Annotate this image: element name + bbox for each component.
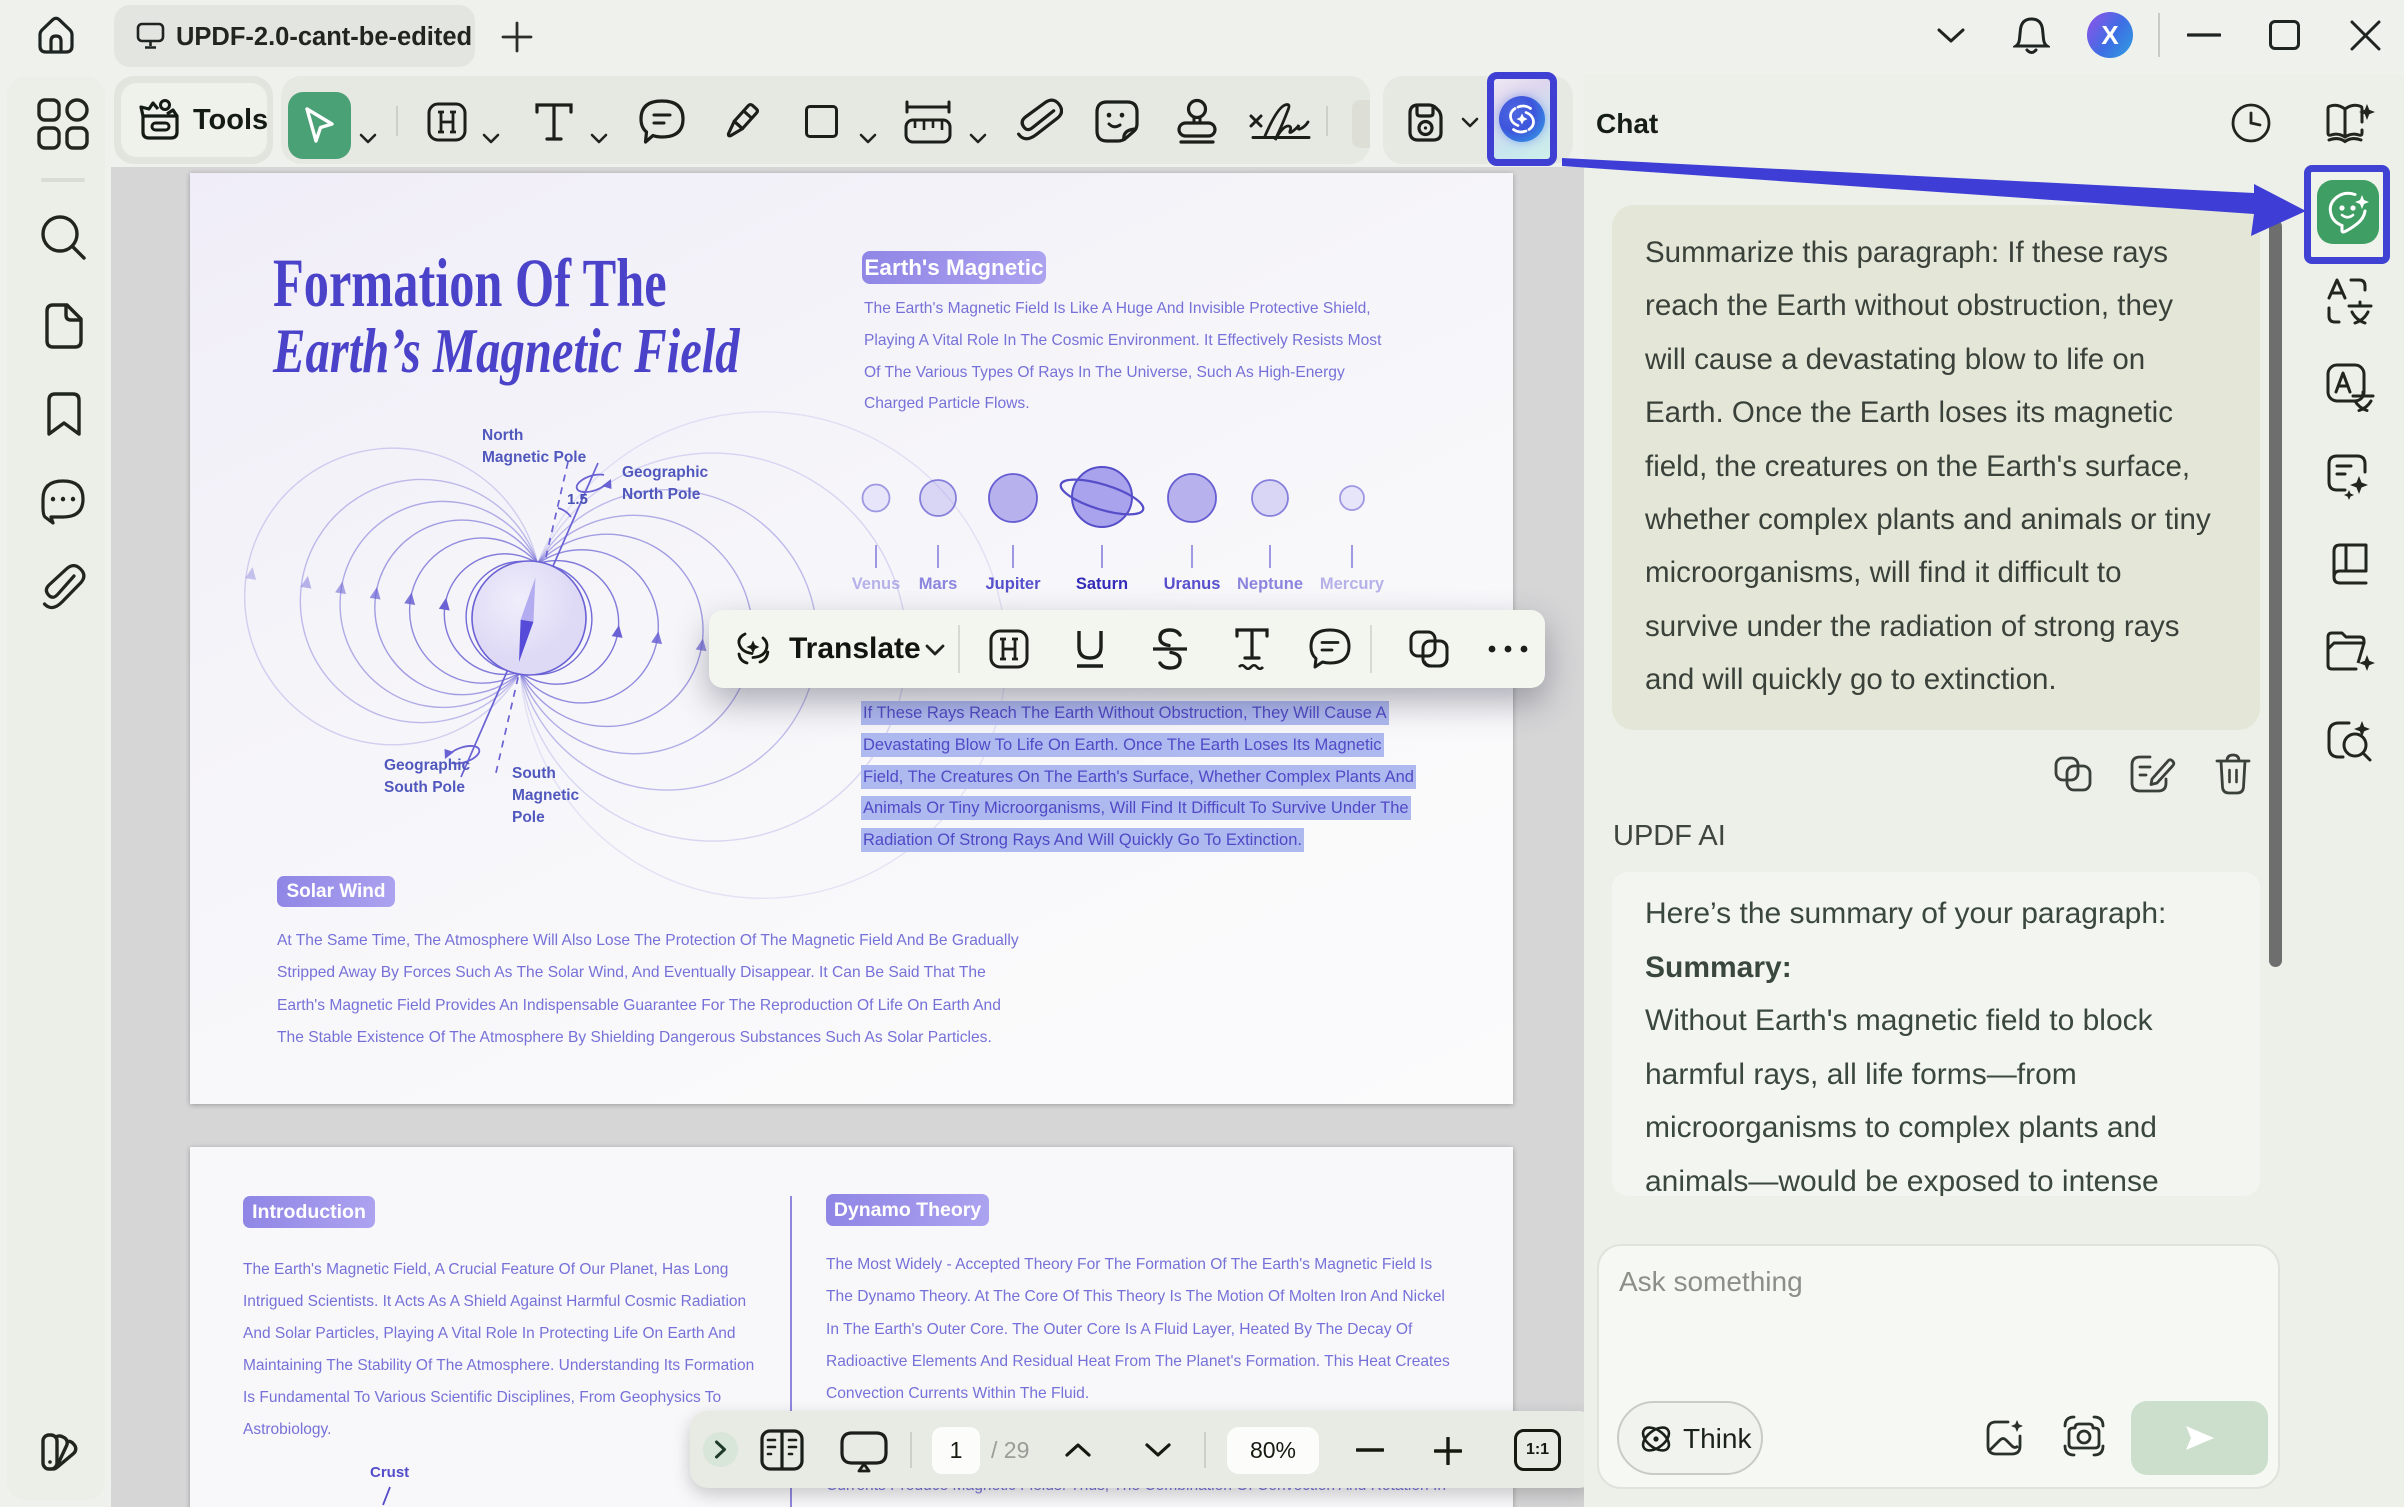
svg-text:1.5: 1.5: [567, 491, 588, 508]
svg-text:North Pole: North Pole: [622, 486, 701, 503]
svg-text:Magnetic Pole: Magnetic Pole: [482, 449, 587, 466]
svg-text:Uranus: Uranus: [1164, 575, 1221, 593]
svg-text:South Pole: South Pole: [384, 779, 465, 796]
svg-text:North: North: [482, 427, 523, 444]
svg-text:Geographic: Geographic: [622, 464, 709, 481]
svg-text:South: South: [512, 765, 556, 782]
svg-text:Saturn: Saturn: [1076, 575, 1128, 593]
svg-text:Pole: Pole: [512, 809, 545, 826]
svg-text:Mercury: Mercury: [1320, 575, 1385, 593]
svg-text:Neptune: Neptune: [1237, 575, 1303, 593]
svg-text:Geographic: Geographic: [384, 757, 471, 774]
svg-text:Magnetic: Magnetic: [512, 787, 580, 804]
